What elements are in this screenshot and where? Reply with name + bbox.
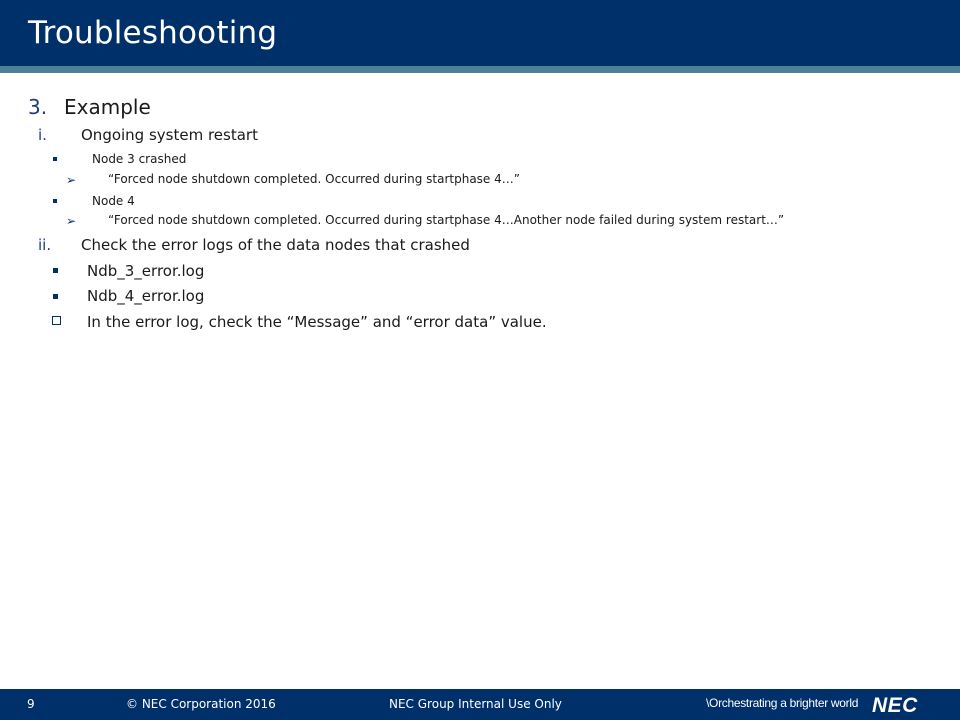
arrow-bullet-icon: ➢ <box>66 214 77 228</box>
bullet-square-icon <box>53 268 58 273</box>
log-file-3: Ndb_3_error.log <box>87 262 205 280</box>
bullet-square-icon <box>53 157 57 161</box>
sub-item-node4: Node 4 <box>92 194 135 208</box>
footer-bar: 9 © NEC Corporation 2016 NEC Group Inter… <box>0 689 960 720</box>
arrow-bullet-icon: ➢ <box>66 173 77 187</box>
title-divider <box>0 66 960 73</box>
page-number: 9 <box>27 697 35 711</box>
copyright: © NEC Corporation 2016 <box>126 697 276 711</box>
log-file-4: Ndb_4_error.log <box>87 287 205 305</box>
item-text-2: Check the error logs of the data nodes t… <box>81 236 470 254</box>
item-marker-2: ii. <box>38 236 52 254</box>
bullet-square-icon <box>53 199 57 203</box>
tagline: \Orchestrating a brighter world <box>706 696 859 710</box>
item-text-1: Ongoing system restart <box>81 126 258 144</box>
nec-logo: NEC <box>872 694 918 717</box>
section-number: 3. <box>28 95 48 119</box>
quote-node4: “Forced node shutdown completed. Occurre… <box>108 213 785 227</box>
classification: NEC Group Internal Use Only <box>389 697 562 711</box>
section-heading: Example <box>64 95 151 119</box>
error-log-note: In the error log, check the “Message” an… <box>87 313 547 331</box>
slide-title: Troubleshooting <box>28 15 278 51</box>
bullet-square-icon <box>53 294 58 299</box>
quote-node3: “Forced node shutdown completed. Occurre… <box>108 172 520 186</box>
item-marker-1: i. <box>38 126 47 144</box>
hollow-square-icon <box>52 316 61 325</box>
title-bar: Troubleshooting <box>0 0 960 66</box>
sub-item-node3: Node 3 crashed <box>92 152 187 166</box>
